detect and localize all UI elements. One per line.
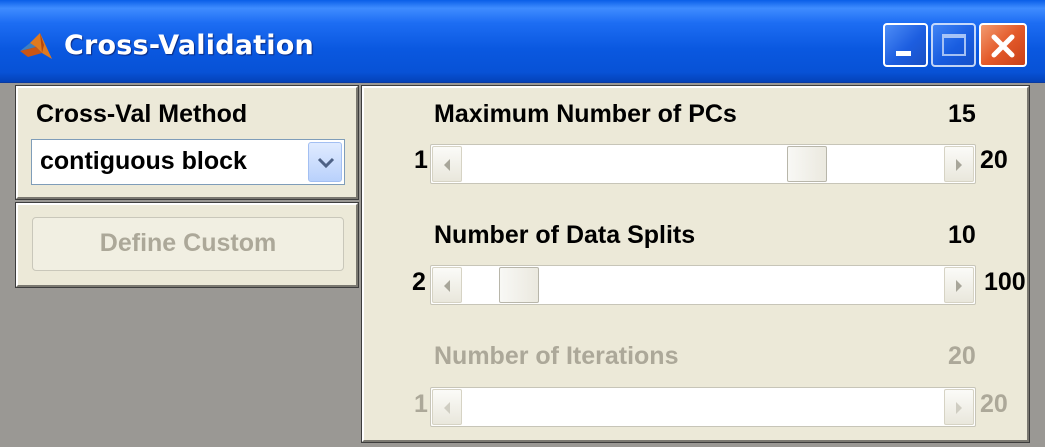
data-splits-slider[interactable] [430,265,976,305]
max-pcs-value: 15 [948,100,976,128]
iterations-max: 20 [980,390,1008,418]
iterations-slider[interactable] [430,387,976,427]
close-icon [991,34,1015,58]
max-pcs-max: 20 [980,146,1008,174]
data-splits-label: Number of Data Splits [434,221,696,249]
method-dropdown[interactable]: contiguous block [31,139,345,185]
matlab-logo-icon [20,33,52,59]
method-panel: Cross-Val Method contiguous block [15,85,359,200]
custom-panel: Define Custom [15,202,359,288]
iterations-value: 20 [948,342,976,370]
title-bar[interactable]: Cross-Validation [0,0,1045,83]
minimize-icon [896,51,911,56]
data-splits-min: 2 [412,268,426,296]
arrow-left-icon [444,159,450,171]
close-button[interactable] [979,23,1027,67]
method-label: Cross-Val Method [36,100,248,128]
max-pcs-min: 1 [414,146,428,174]
slider-left-button[interactable] [432,267,462,303]
slider-left-button[interactable] [432,146,462,182]
data-splits-thumb[interactable] [498,267,539,303]
slider-left-button[interactable] [432,389,462,425]
arrow-right-icon [956,280,962,292]
chevron-down-icon [317,157,335,169]
slider-right-button[interactable] [944,146,974,182]
maximize-icon [942,34,966,56]
max-pcs-thumb[interactable] [787,146,828,182]
arrow-left-icon [444,402,450,414]
window-title: Cross-Validation [64,30,314,61]
arrow-right-icon [956,402,962,414]
minimize-button[interactable] [883,23,928,67]
iterations-label: Number of Iterations [434,342,679,370]
arrow-left-icon [444,280,450,292]
iterations-min: 1 [414,390,428,418]
arrow-right-icon [956,159,962,171]
max-pcs-label: Maximum Number of PCs [434,100,737,128]
method-dropdown-value: contiguous block [40,147,247,175]
data-splits-value: 10 [948,221,976,249]
data-splits-max: 100 [984,268,1026,296]
maximize-button[interactable] [931,23,976,67]
max-pcs-slider[interactable] [430,144,976,184]
settings-panel: Maximum Number of PCs 15 1 20 Number of … [361,85,1030,443]
slider-right-button[interactable] [944,267,974,303]
cross-validation-window: Cross-Validation Cross-Val Method contig… [0,0,1045,447]
slider-right-button[interactable] [944,389,974,425]
define-custom-button[interactable]: Define Custom [32,217,344,271]
dropdown-arrow-button[interactable] [308,142,342,182]
